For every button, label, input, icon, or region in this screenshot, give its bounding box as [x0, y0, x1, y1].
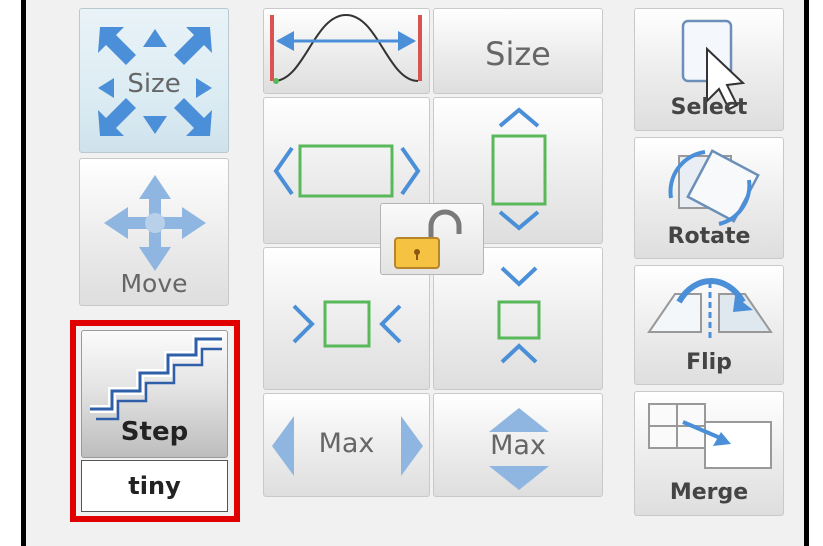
panel-right-border	[804, 0, 809, 546]
flip-label: Flip	[686, 350, 732, 375]
size-label: Size	[485, 35, 551, 73]
unlocked-padlock-icon	[394, 209, 462, 269]
max-width-label: Max	[318, 428, 375, 459]
max-width-button[interactable]: Max	[263, 393, 430, 497]
size-mode-button[interactable]: Size	[79, 8, 229, 153]
rotate-button[interactable]: Rotate	[634, 137, 784, 259]
flip-button[interactable]: Flip	[634, 265, 784, 385]
step-highlight-box	[70, 320, 240, 522]
max-height-label: Max	[490, 430, 546, 461]
size-mode-label: Size	[127, 69, 181, 99]
lock-button[interactable]	[380, 203, 484, 275]
distribute-curve-icon	[270, 13, 422, 84]
select-label: Select	[670, 95, 748, 120]
max-height-button[interactable]: Max	[433, 393, 603, 497]
move-label: Move	[120, 269, 188, 298]
select-button[interactable]: Select	[634, 8, 784, 131]
size-button[interactable]: Size	[433, 8, 603, 94]
rotate-label: Rotate	[667, 224, 751, 249]
merge-button[interactable]: Merge	[634, 391, 784, 516]
merge-label: Merge	[669, 480, 749, 505]
move-button[interactable]: Move	[79, 158, 229, 306]
spread-evenly-button[interactable]	[263, 8, 430, 94]
